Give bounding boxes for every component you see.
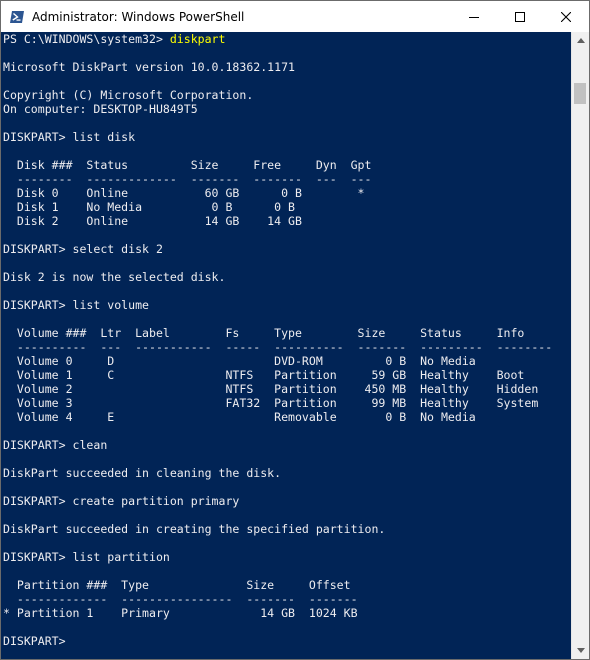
console-line: DiskPart succeeded in cleaning the disk. <box>3 466 282 480</box>
minimize-icon <box>469 16 479 18</box>
console-line: * Partition 1 Primary 14 GB 1024 KB <box>3 606 358 620</box>
console-line: Copyright (C) Microsoft Corporation. <box>3 88 254 102</box>
console-line: Partition ### Type Size Offset <box>3 578 351 592</box>
console-line: DISKPART> list disk <box>3 130 136 144</box>
console-prompt: PS C:\WINDOWS\system32> <box>3 32 170 46</box>
console-line: ------------- ---------------- ------- -… <box>3 592 358 606</box>
console-line: Microsoft DiskPart version 10.0.18362.11… <box>3 60 295 74</box>
console-line: Volume 1 C NTFS Partition 59 GB Healthy … <box>3 368 525 382</box>
maximize-button[interactable] <box>497 1 543 32</box>
console-line: PS C:\WINDOWS\system32> diskpart <box>1 32 572 46</box>
console-line: ---------- --- ----------- ----- -------… <box>3 340 553 354</box>
console-line: DiskPart succeeded in creating the speci… <box>3 522 386 536</box>
close-icon <box>561 11 571 22</box>
scroll-down-button[interactable] <box>572 642 589 659</box>
console-line: -------- ------------- ------- ------- -… <box>3 172 372 186</box>
close-button[interactable] <box>543 1 589 32</box>
console-line: DISKPART> clean <box>3 438 108 452</box>
console-command: diskpart <box>169 32 226 46</box>
chevron-down-icon <box>576 648 585 653</box>
console-line: DISKPART> list partition <box>3 550 170 564</box>
console-line: Volume 2 NTFS Partition 450 MB Healthy H… <box>3 382 539 396</box>
window-title: Administrator: Windows PowerShell <box>32 9 245 24</box>
console-line: Volume 3 FAT32 Partition 99 MB Healthy S… <box>3 396 539 410</box>
console-line: Volume 0 D DVD-ROM 0 B No Media <box>3 354 476 368</box>
console-output[interactable]: PS C:\WINDOWS\system32> diskpart Microsof… <box>1 32 572 659</box>
console-line: Disk 2 is now the selected disk. <box>3 270 226 284</box>
vertical-scrollbar[interactable] <box>571 32 589 659</box>
console-line: Disk 1 No Media 0 B 0 B <box>3 200 295 214</box>
console-line: DISKPART> list volume <box>3 298 149 312</box>
console-line: Disk 0 Online 60 GB 0 B * <box>3 186 365 200</box>
scrollbar-thumb[interactable] <box>574 83 586 104</box>
console-line: Volume 4 E Removable 0 B No Media <box>3 410 476 424</box>
title-bar[interactable]: Administrator: Windows PowerShell <box>1 1 589 32</box>
scroll-up-button[interactable] <box>572 32 589 49</box>
console-line: Disk 2 Online 14 GB 14 GB <box>3 214 302 228</box>
minimize-button[interactable] <box>451 1 497 32</box>
powershell-window: Administrator: Windows PowerShell PS C:\… <box>0 0 590 660</box>
console-line: DISKPART> <box>3 634 66 648</box>
console-line: Volume ### Ltr Label Fs Type Size Status… <box>3 326 525 340</box>
chevron-up-icon <box>576 38 585 43</box>
console-line: Disk ### Status Size Free Dyn Gpt <box>3 158 372 172</box>
powershell-icon <box>9 9 25 25</box>
console-line: DISKPART> select disk 2 <box>3 242 163 256</box>
console-line: On computer: DESKTOP-HU849T5 <box>3 102 198 116</box>
maximize-icon <box>515 11 525 22</box>
console-line: DISKPART> create partition primary <box>3 494 240 508</box>
